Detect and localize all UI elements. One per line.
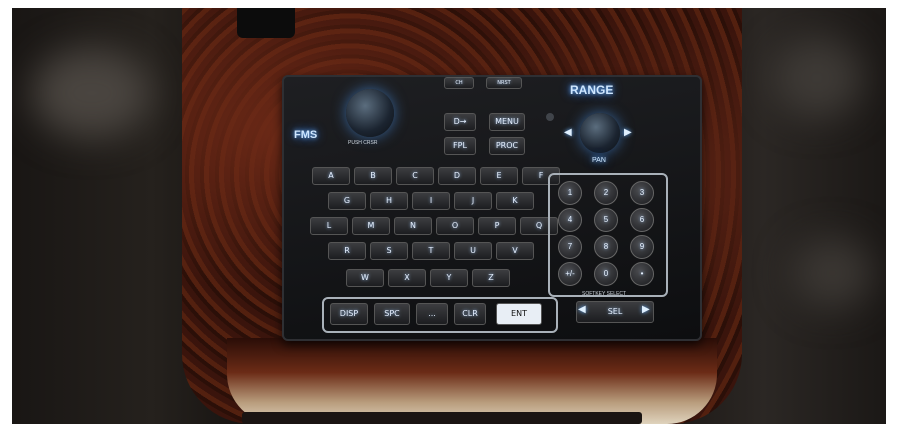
- letter-key-z[interactable]: Z: [472, 269, 510, 287]
- num-key-plus-minus[interactable]: +/-: [558, 262, 582, 286]
- num-key-1[interactable]: 1: [558, 181, 582, 205]
- num-key-9[interactable]: 9: [630, 235, 654, 259]
- num-key-3[interactable]: 3: [630, 181, 654, 205]
- softkey-right-arrow-icon[interactable]: ▶: [642, 304, 650, 315]
- push-crsr-label: PUSH CRSR: [348, 140, 378, 146]
- letter-key-v[interactable]: V: [496, 242, 534, 260]
- letter-key-e[interactable]: E: [480, 167, 518, 185]
- num-key-2[interactable]: 2: [594, 181, 618, 205]
- fms-knob[interactable]: [346, 89, 394, 137]
- fpl-key[interactable]: FPL: [444, 137, 476, 155]
- menu-key[interactable]: MENU: [489, 113, 525, 131]
- console-vent: [242, 412, 642, 424]
- letter-key-t[interactable]: T: [412, 242, 450, 260]
- sel-label: SEL: [607, 307, 623, 316]
- num-key-5[interactable]: 5: [594, 208, 618, 232]
- letter-key-d[interactable]: D: [438, 167, 476, 185]
- range-pan-knob[interactable]: [580, 113, 620, 153]
- letter-key-y[interactable]: Y: [430, 269, 468, 287]
- letter-key-l[interactable]: L: [310, 217, 348, 235]
- letter-key-k[interactable]: K: [496, 192, 534, 210]
- clr-key[interactable]: CLR: [454, 303, 486, 325]
- letter-key-c[interactable]: C: [396, 167, 434, 185]
- nrst-key[interactable]: NRST: [486, 77, 522, 89]
- num-key-6[interactable]: 6: [630, 208, 654, 232]
- fms-keypad-panel: FMS PUSH CRSR CH NRST D→ MENU FPL PROC R…: [282, 75, 702, 341]
- num-key-7[interactable]: 7: [558, 235, 582, 259]
- num-key-0[interactable]: 0: [594, 262, 618, 286]
- letter-key-i[interactable]: I: [412, 192, 450, 210]
- cockpit-photo: FMS PUSH CRSR CH NRST D→ MENU FPL PROC R…: [12, 8, 886, 424]
- proc-key[interactable]: PROC: [489, 137, 525, 155]
- upper-control-block: [237, 8, 295, 38]
- background-blur-right: [772, 38, 862, 118]
- letter-key-n[interactable]: N: [394, 217, 432, 235]
- num-key-4[interactable]: 4: [558, 208, 582, 232]
- combo-key[interactable]: ...: [416, 303, 448, 325]
- background-blur-left: [32, 48, 152, 138]
- softkey-left-arrow-icon[interactable]: ◀: [578, 304, 586, 315]
- disp-key[interactable]: DISP: [330, 303, 368, 325]
- letter-key-p[interactable]: P: [478, 217, 516, 235]
- num-key-decimal[interactable]: •: [630, 262, 654, 286]
- letter-key-j[interactable]: J: [454, 192, 492, 210]
- letter-key-b[interactable]: B: [354, 167, 392, 185]
- ch-key[interactable]: CH: [444, 77, 474, 89]
- letter-key-r[interactable]: R: [328, 242, 366, 260]
- ent-key[interactable]: ENT: [496, 303, 542, 325]
- letter-key-w[interactable]: W: [346, 269, 384, 287]
- letter-key-h[interactable]: H: [370, 192, 408, 210]
- fms-label: FMS: [294, 129, 318, 141]
- letter-key-u[interactable]: U: [454, 242, 492, 260]
- letter-key-x[interactable]: X: [388, 269, 426, 287]
- direct-to-key[interactable]: D→: [444, 113, 476, 131]
- pan-label: PAN: [592, 157, 606, 164]
- letter-key-o[interactable]: O: [436, 217, 474, 235]
- letter-key-m[interactable]: M: [352, 217, 390, 235]
- letter-key-a[interactable]: A: [312, 167, 350, 185]
- status-led: [546, 113, 554, 121]
- softkey-select-label: SOFTKEY SELECT: [582, 291, 627, 297]
- pan-left-arrow-icon: ◀: [564, 127, 572, 138]
- pan-right-arrow-icon: ▶: [624, 127, 632, 138]
- letter-key-g[interactable]: G: [328, 192, 366, 210]
- num-key-8[interactable]: 8: [594, 235, 618, 259]
- range-label: RANGE: [570, 83, 614, 97]
- spc-key[interactable]: SPC: [374, 303, 410, 325]
- letter-key-s[interactable]: S: [370, 242, 408, 260]
- background-blur-right-low: [792, 238, 872, 308]
